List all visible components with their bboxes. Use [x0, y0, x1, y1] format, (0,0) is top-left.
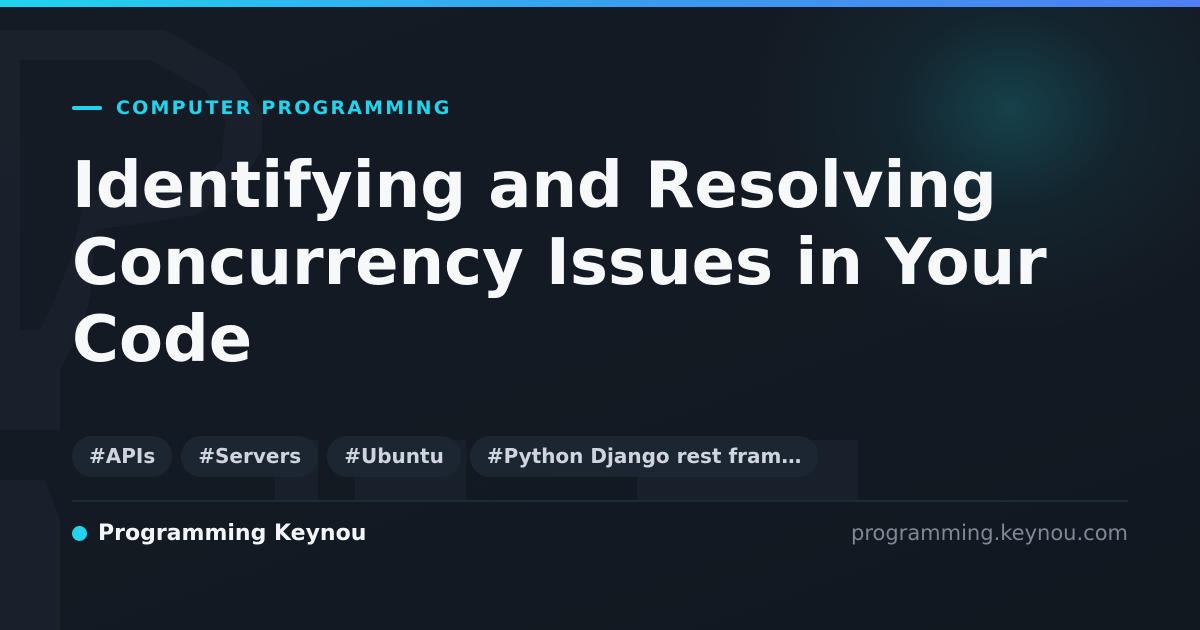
article-title: Identifying and Resolving Concurrency Is…	[72, 149, 1047, 377]
brand-dot-icon	[72, 525, 87, 541]
tag-ubuntu[interactable]: #Ubuntu	[327, 436, 461, 477]
footer-divider	[72, 500, 1128, 502]
tag-python-django[interactable]: #Python Django rest fram…	[469, 436, 819, 477]
tag-servers[interactable]: #Servers	[181, 436, 319, 477]
og-card: COMPUTER PROGRAMMING Identifying and Res…	[0, 0, 1200, 630]
tag-apis[interactable]: #APIs	[72, 436, 173, 477]
brand: Programming Keynou	[72, 518, 366, 548]
category-row: COMPUTER PROGRAMMING	[72, 94, 452, 122]
tag-list: #APIs #Servers #Ubuntu #Python Django re…	[72, 436, 819, 477]
category-label: COMPUTER PROGRAMMING	[116, 97, 452, 119]
category-dash	[72, 106, 102, 110]
site-url[interactable]: programming.keynou.com	[851, 518, 1128, 548]
brand-name: Programming Keynou	[98, 520, 367, 546]
